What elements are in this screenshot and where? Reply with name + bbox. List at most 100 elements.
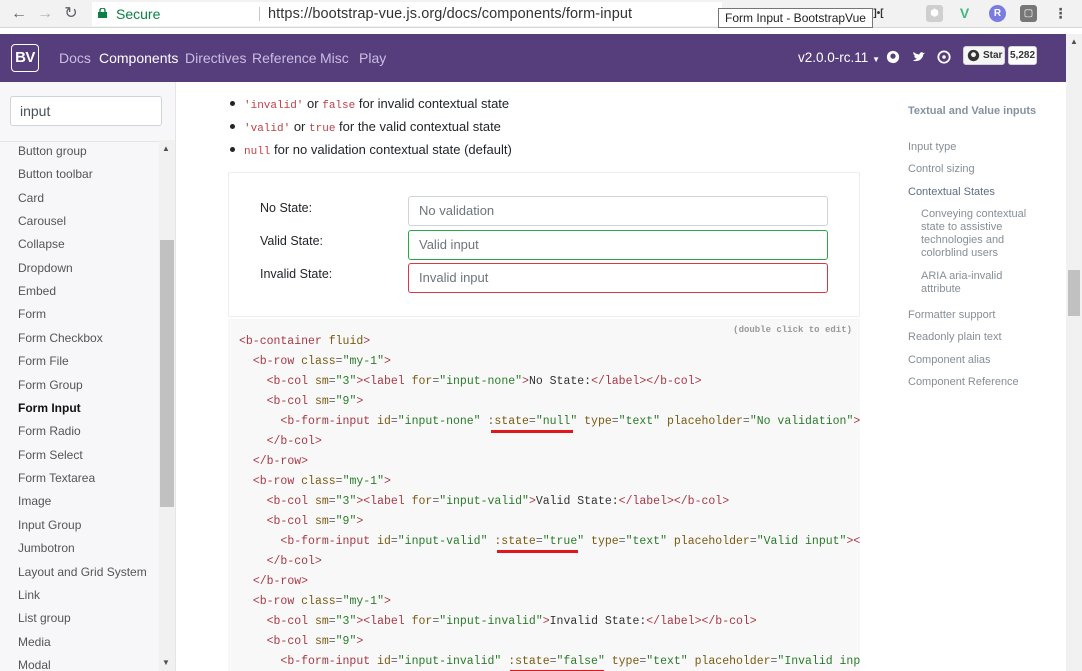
secure-label: Secure: [116, 6, 161, 22]
toc-formatter-support[interactable]: Formatter support: [908, 309, 995, 322]
sidebar-nav: Button group Button toolbar Card Carouse…: [0, 140, 160, 671]
sidebar-item[interactable]: Button toolbar: [18, 167, 93, 181]
scroll-up-icon[interactable]: ▲: [162, 144, 170, 153]
star-label: Star: [983, 50, 1003, 61]
github-star-button[interactable]: Star: [963, 46, 1005, 65]
code-line: </b-row>: [252, 575, 309, 588]
sidebar-item[interactable]: Form Radio: [18, 424, 81, 438]
code-line: </b-row>: [252, 455, 309, 468]
page-scroll-thumb[interactable]: [1068, 270, 1080, 316]
sidebar-item[interactable]: Embed: [18, 284, 56, 298]
code-line: <b-col sm="9">: [266, 515, 364, 528]
highlight-underline: [491, 430, 573, 433]
sidebar-item[interactable]: Modal: [18, 658, 51, 671]
code-line: <b-form-input id="input-none" :state="nu…: [280, 415, 860, 428]
sidebar-scrollbar[interactable]: ▲ ▼: [159, 140, 175, 671]
address-bar[interactable]: Secure https://bootstrap-vue.js.org/docs…: [92, 2, 722, 26]
twitter-icon[interactable]: [912, 50, 926, 64]
sidebar-item-form-input[interactable]: Form Input: [18, 401, 81, 415]
sidebar-item[interactable]: Form Textarea: [18, 471, 95, 485]
sidebar-item[interactable]: Link: [18, 588, 40, 602]
demo-card: No State: No validation Valid State: Val…: [228, 172, 860, 317]
vue-devtools-icon[interactable]: V: [956, 5, 973, 22]
menu-icon[interactable]: ⋮: [1052, 5, 1069, 22]
nav-misc[interactable]: Misc: [320, 50, 349, 66]
scroll-down-icon[interactable]: ▼: [162, 658, 170, 667]
code-line: <b-col sm="3"><label for="input-none">No…: [266, 375, 702, 388]
sidebar-item[interactable]: Dropdown: [18, 261, 73, 275]
sidebar-item[interactable]: List group: [18, 611, 71, 625]
code-line: <b-row class="my-1">: [252, 475, 391, 488]
lock-icon: [98, 8, 107, 18]
code-line: <b-row class="my-1">: [252, 355, 391, 368]
forward-icon[interactable]: →: [34, 3, 56, 25]
sidebar-item[interactable]: Layout and Grid System: [18, 565, 147, 579]
sidebar-item[interactable]: Button group: [18, 144, 87, 158]
sidebar-item[interactable]: Jumbotron: [18, 541, 75, 555]
sidebar-scroll-thumb[interactable]: [160, 240, 174, 507]
code-edit-hint: (double click to edit): [733, 325, 852, 335]
extension-hex-icon[interactable]: ⬢: [926, 5, 943, 22]
nav-play[interactable]: Play: [359, 50, 386, 66]
sidebar-item[interactable]: Form: [18, 307, 46, 321]
input-invalid[interactable]: Invalid input: [408, 263, 828, 293]
site-navbar: BV Docs Components Directives Reference …: [0, 34, 1067, 82]
toc-component-reference[interactable]: Component Reference: [908, 376, 1019, 389]
nav-components[interactable]: Components: [99, 50, 178, 66]
sidebar-item[interactable]: Form Group: [18, 378, 83, 392]
page: ← → ↻ Secure https://bootstrap-vue.js.or…: [0, 0, 1082, 671]
label-no-state: No State:: [260, 201, 313, 215]
input-none[interactable]: No validation: [408, 196, 828, 226]
sidebar-item[interactable]: Form Checkbox: [18, 331, 103, 345]
bullet-dot: [230, 147, 235, 152]
star-count[interactable]: 5,282: [1008, 46, 1037, 65]
code-line: </b-col>: [266, 435, 322, 448]
toc-control-sizing[interactable]: Control sizing: [908, 163, 975, 176]
label-valid-state: Valid State:: [260, 234, 324, 248]
nav-reference[interactable]: Reference: [252, 50, 317, 66]
toc-input-type[interactable]: Input type: [908, 141, 956, 154]
toc-component-alias[interactable]: Component alias: [908, 354, 991, 367]
sidebar-search-wrap: input: [0, 82, 175, 142]
caret-down-icon: ▼: [872, 55, 880, 64]
toc-conveying-contextual-state[interactable]: Conveying contextual state to assistive …: [921, 208, 1036, 260]
back-icon[interactable]: ←: [8, 3, 30, 25]
toc-readonly-plain-text[interactable]: Readonly plain text: [908, 331, 1002, 344]
sidebar: input Button group Button toolbar Card C…: [0, 82, 176, 671]
extension-square-icon[interactable]: ▢: [1020, 5, 1037, 22]
toc-textual-and-value-inputs[interactable]: Textual and Value inputs: [908, 105, 1048, 118]
sidebar-item[interactable]: Image: [18, 494, 51, 508]
github-icon: [967, 49, 980, 62]
code-line: <b-form-input id="input-valid" :state="t…: [280, 535, 860, 548]
nav-directives[interactable]: Directives: [185, 50, 246, 66]
page-scrollbar[interactable]: ▲: [1066, 34, 1082, 671]
code-block[interactable]: (double click to edit) <b-container flui…: [228, 319, 860, 671]
code-line: <b-col sm="9">: [266, 395, 364, 408]
brand-logo[interactable]: BV: [11, 44, 39, 72]
tab-tooltip: Form Input - BootstrapVue: [718, 8, 873, 28]
toc-contextual-states[interactable]: Contextual States: [908, 186, 995, 199]
version-dropdown[interactable]: v2.0.0-rc.11 ▼: [798, 50, 880, 65]
search-input[interactable]: input: [10, 96, 162, 126]
github-icon[interactable]: [886, 50, 900, 64]
sidebar-item[interactable]: Form File: [18, 354, 69, 368]
sidebar-item[interactable]: Carousel: [18, 214, 66, 228]
sidebar-item[interactable]: Card: [18, 191, 44, 205]
extension-r-icon[interactable]: R: [989, 5, 1006, 22]
sidebar-item[interactable]: Form Select: [18, 448, 83, 462]
slack-icon[interactable]: [937, 50, 951, 64]
code-line: <b-col sm="3"><label for="input-invalid"…: [266, 615, 757, 628]
nav-docs[interactable]: Docs: [59, 50, 91, 66]
reload-icon[interactable]: ↻: [60, 3, 82, 25]
code-line: </b-col>: [266, 555, 322, 568]
bullet-valid: 'valid' or true for the valid contextual…: [230, 119, 501, 135]
scroll-up-icon[interactable]: ▲: [1070, 37, 1078, 46]
sidebar-item[interactable]: Collapse: [18, 237, 65, 251]
code-line: <b-col sm="9">: [266, 635, 364, 648]
code-line: <b-col sm="3"><label for="input-valid">V…: [266, 495, 730, 508]
toc-aria-invalid[interactable]: ARIA aria-invalid attribute: [921, 270, 1021, 296]
input-valid[interactable]: Valid input: [408, 230, 828, 260]
highlight-underline: [497, 550, 578, 553]
sidebar-item[interactable]: Input Group: [18, 518, 81, 532]
sidebar-item[interactable]: Media: [18, 635, 51, 649]
